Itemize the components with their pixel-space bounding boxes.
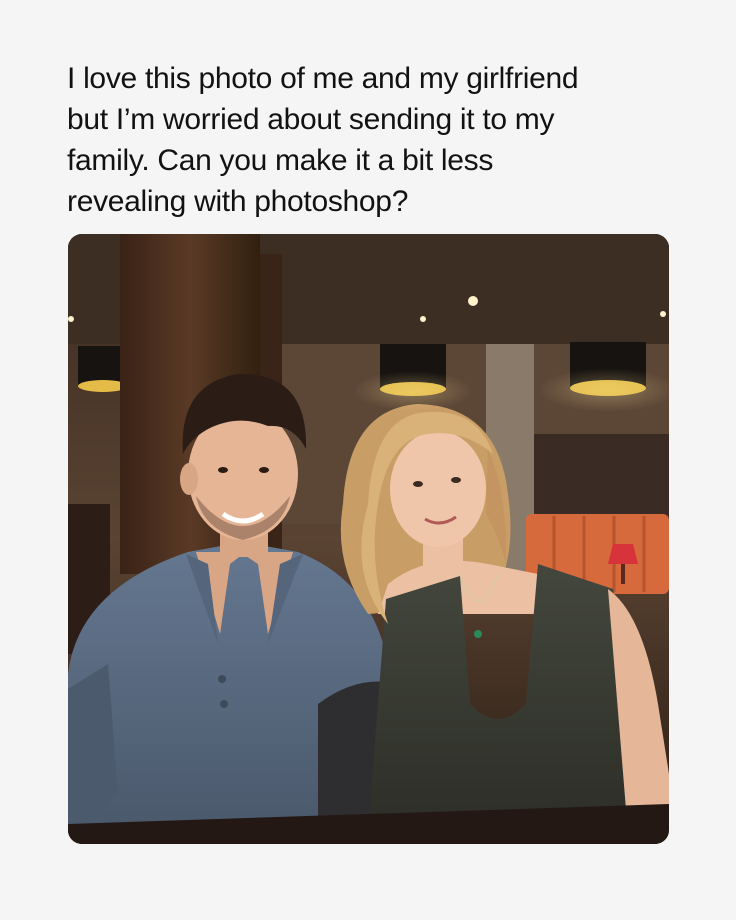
post-card: I love this photo of me and my girlfrien… <box>0 0 736 920</box>
woman-face <box>390 431 486 547</box>
couple-photo-icon <box>68 234 669 844</box>
necklace-pendant-icon <box>474 630 482 638</box>
ceiling-light <box>420 316 426 322</box>
ceiling-light <box>660 311 666 317</box>
post-caption: I love this photo of me and my girlfrien… <box>67 62 579 218</box>
ceiling-light <box>68 316 74 322</box>
couple-photo[interactable] <box>68 234 669 844</box>
ceiling-light <box>468 296 478 306</box>
